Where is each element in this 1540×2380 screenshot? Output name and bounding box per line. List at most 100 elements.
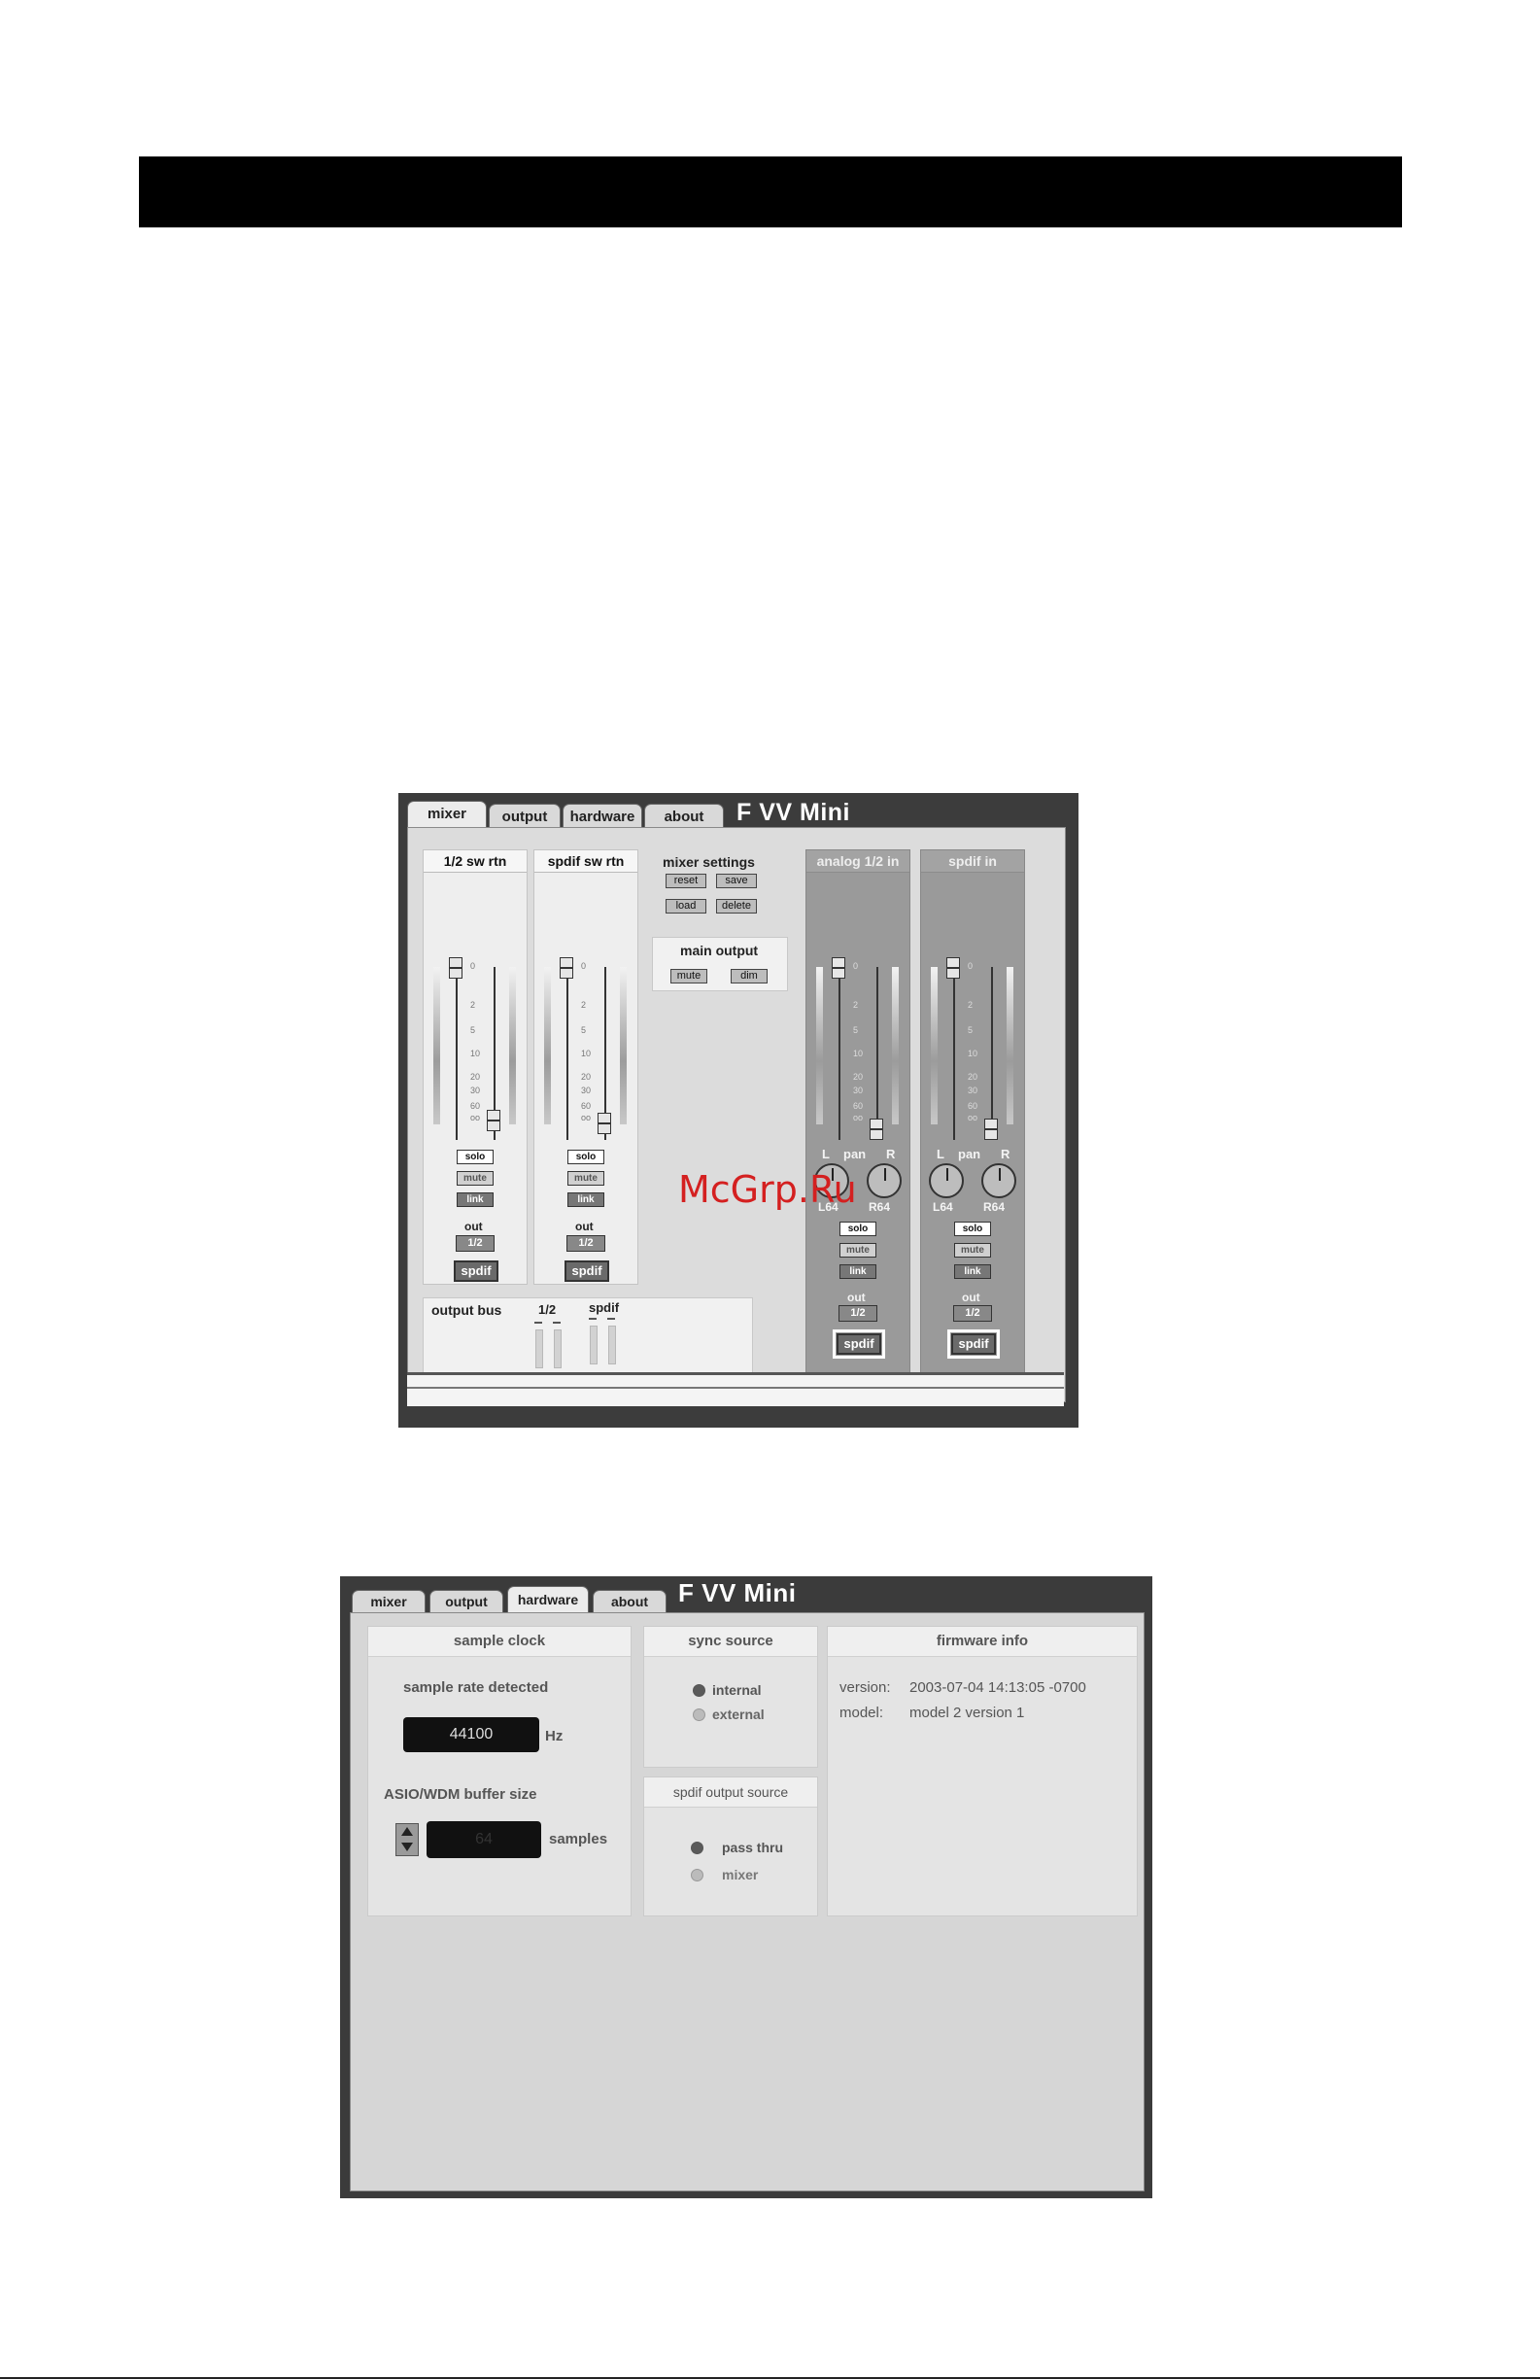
fader-track-left: [838, 967, 840, 1140]
mute-button[interactable]: mute: [954, 1243, 991, 1258]
link-button[interactable]: link: [954, 1264, 991, 1279]
level-meter-right: [509, 967, 516, 1124]
sync-source-title: sync source: [644, 1627, 817, 1657]
delete-button[interactable]: delete: [716, 899, 757, 914]
channel-strip-analog-in: analog 1/2 in 0 2 5 10 20 30 60 oo L pan R L64 …: [805, 849, 910, 1379]
tab-about[interactable]: about: [593, 1590, 667, 1612]
main-dim-button[interactable]: dim: [731, 969, 768, 983]
sync-external-radio[interactable]: [693, 1708, 705, 1721]
channel-title: spdif sw rtn: [534, 850, 637, 873]
main-output-title: main output: [680, 943, 759, 958]
spdif-mixer-label: mixer: [722, 1867, 759, 1882]
spdif-pass-thru-radio[interactable]: [691, 1842, 703, 1854]
mute-button[interactable]: mute: [567, 1171, 604, 1186]
watermark: McGrp.Ru: [678, 1168, 857, 1211]
save-button[interactable]: save: [716, 874, 757, 888]
output-bus-col-spdif: spdif: [589, 1300, 620, 1315]
firmware-info-title: firmware info: [828, 1627, 1137, 1657]
pan-left-value: L64: [933, 1200, 953, 1214]
fader-handle-right[interactable]: [870, 1119, 883, 1140]
pan-r-label: R: [886, 1147, 896, 1161]
level-meter-left: [816, 967, 823, 1124]
buffer-stepper[interactable]: [395, 1823, 419, 1856]
pan-knob-left[interactable]: [929, 1163, 964, 1198]
tab-hardware[interactable]: hardware: [507, 1586, 589, 1613]
solo-button[interactable]: solo: [457, 1150, 494, 1164]
pan-knob-right[interactable]: [867, 1163, 902, 1198]
mixer-settings-title: mixer settings: [663, 854, 755, 870]
pan-knob-right[interactable]: [981, 1163, 1016, 1198]
buffer-size-input[interactable]: 64: [427, 1821, 541, 1858]
fader-track-left: [953, 967, 955, 1140]
out-select-button[interactable]: 1/2: [953, 1305, 992, 1322]
sync-internal-radio[interactable]: [693, 1684, 705, 1697]
fader-handle-left[interactable]: [946, 957, 960, 979]
channel-strip-sw-rtn: 1/2 sw rtn 0 2 5 10 20 30 60 oo solo mute link …: [423, 849, 528, 1285]
out-label: out: [847, 1291, 866, 1304]
hardware-window-screenshot: mixer output hardware about F VV Mini sa…: [340, 1576, 1152, 2198]
sample-rate-unit: Hz: [545, 1728, 564, 1744]
reset-button[interactable]: reset: [666, 874, 706, 888]
tab-output[interactable]: output: [429, 1590, 503, 1612]
channel-title: spdif in: [921, 850, 1024, 873]
bus-level-meter: [535, 1329, 543, 1368]
out-select-button[interactable]: 1/2: [456, 1235, 495, 1252]
link-button[interactable]: link: [567, 1192, 604, 1207]
fader-handle-right[interactable]: [598, 1113, 611, 1134]
spdif-mixer-radio[interactable]: [691, 1869, 703, 1881]
link-button[interactable]: link: [839, 1264, 876, 1279]
bus-level-tick: [534, 1322, 542, 1324]
tab-mixer[interactable]: mixer: [352, 1590, 426, 1612]
fader-handle-left[interactable]: [449, 957, 462, 979]
mute-button[interactable]: mute: [457, 1171, 494, 1186]
fader-track-right: [991, 967, 993, 1140]
spdif-pass-thru-label: pass thru: [722, 1840, 784, 1855]
fader-handle-left[interactable]: [832, 957, 845, 979]
sample-rate-display: 44100: [403, 1717, 539, 1752]
tab-output[interactable]: output: [489, 804, 561, 829]
stepper-up-icon[interactable]: [401, 1827, 413, 1836]
pan-right-value: R64: [983, 1200, 1006, 1214]
solo-button[interactable]: solo: [839, 1222, 876, 1236]
spdif-button[interactable]: spdif: [947, 1329, 1000, 1359]
out-select-button[interactable]: 1/2: [566, 1235, 605, 1252]
firmware-model-value: model 2 version 1: [909, 1705, 1025, 1721]
fader-handle-right[interactable]: [984, 1119, 998, 1140]
firmware-version-label: version:: [839, 1679, 891, 1696]
spdif-button[interactable]: spdif: [833, 1329, 885, 1359]
stepper-down-icon[interactable]: [401, 1843, 413, 1851]
channel-strip-spdif-sw-rtn: spdif sw rtn 0 2 5 10 20 30 60 oo solo mute lin…: [533, 849, 638, 1285]
level-meter-right: [1007, 967, 1013, 1124]
load-button[interactable]: load: [666, 899, 706, 914]
spdif-button[interactable]: spdif: [565, 1260, 609, 1282]
pan-l-label: L: [937, 1147, 944, 1161]
hardware-panel: sample clock sample rate detected 44100 …: [350, 1612, 1145, 2191]
fader-handle-left[interactable]: [560, 957, 573, 979]
pan-right-value: R64: [869, 1200, 891, 1214]
link-button[interactable]: link: [457, 1192, 494, 1207]
tab-mixer[interactable]: mixer: [407, 801, 487, 830]
fader-track-left: [566, 967, 568, 1140]
solo-button[interactable]: solo: [567, 1150, 604, 1164]
mixer-window-screenshot: mixer output hardware about F VV Mini 1/…: [398, 793, 1078, 1428]
fader-track-right: [876, 967, 878, 1140]
spdif-button[interactable]: spdif: [454, 1260, 498, 1282]
solo-button[interactable]: solo: [954, 1222, 991, 1236]
channel-title: 1/2 sw rtn: [424, 850, 527, 873]
brand-logo: F VV Mini: [736, 799, 850, 826]
mute-button[interactable]: mute: [839, 1243, 876, 1258]
bus-level-meter: [554, 1329, 562, 1368]
output-bus-title: output bus: [431, 1302, 502, 1318]
bus-level-tick: [553, 1322, 561, 1324]
bus-level-meter: [590, 1326, 598, 1364]
fader-handle-right[interactable]: [487, 1110, 500, 1131]
sync-source-card: sync source internal external: [643, 1626, 818, 1768]
output-bus-col-1-2: 1/2: [538, 1302, 557, 1317]
level-meter-right: [892, 967, 899, 1124]
main-mute-button[interactable]: mute: [670, 969, 707, 983]
level-meter-right: [620, 967, 627, 1124]
tab-about[interactable]: about: [644, 804, 724, 829]
tab-hardware[interactable]: hardware: [563, 804, 642, 829]
sample-clock-card: sample clock sample rate detected 44100 …: [367, 1626, 632, 1916]
out-select-button[interactable]: 1/2: [838, 1305, 877, 1322]
